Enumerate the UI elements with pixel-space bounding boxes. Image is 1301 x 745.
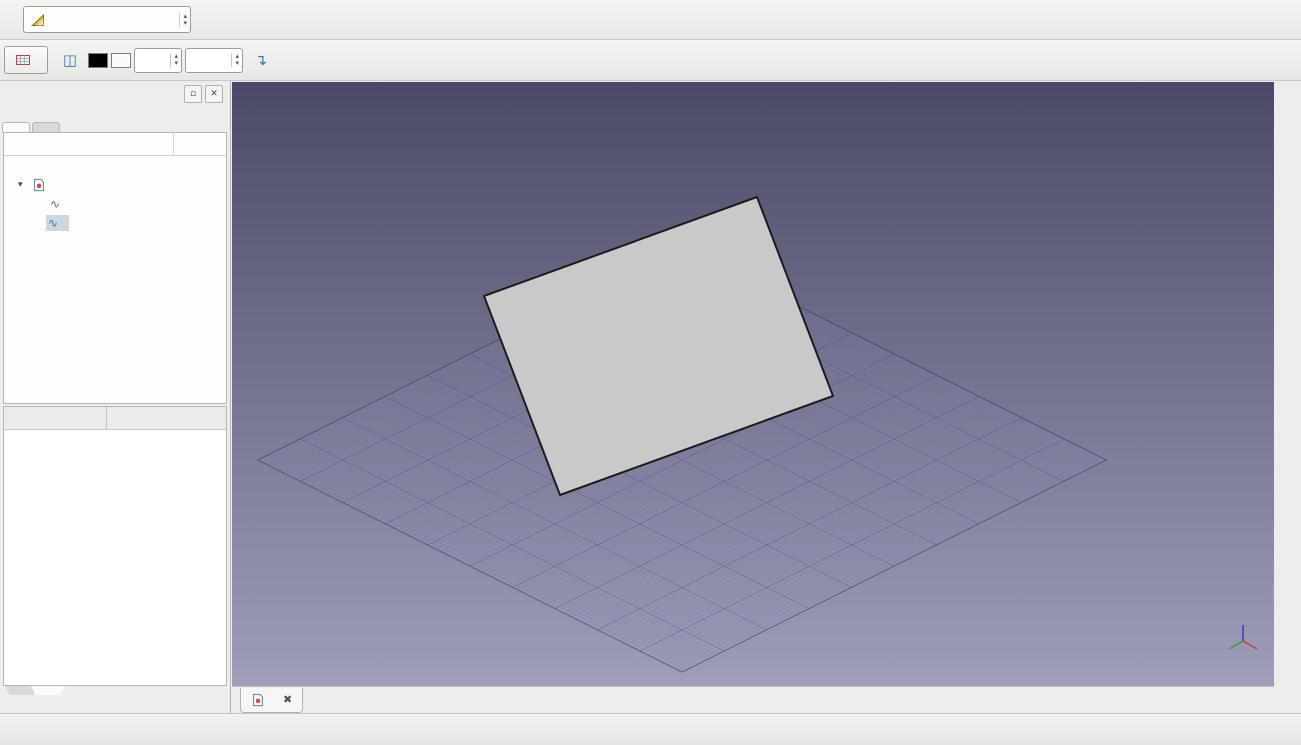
line-color-swatch[interactable] [88,52,108,68]
tab-data[interactable] [31,686,65,695]
property-column-header [4,407,107,429]
close-panel-icon[interactable]: ✕ [205,84,223,103]
tab-model[interactable] [2,122,30,132]
combo-view-tabs [0,106,230,132]
tree-item-application[interactable] [4,156,226,175]
property-bottom-tabs [0,686,230,713]
3d-viewport-container [232,82,1274,686]
combo-view-titlebar: ▫ ✕ [0,81,230,106]
draft-workbench-icon [31,13,44,26]
tab-tasks[interactable] [32,122,60,132]
tree-item-shapestring[interactable]: ∿ [4,213,226,232]
status-bar [0,713,1301,745]
workbench-selector[interactable]: ▴ ▾ [23,6,191,33]
shapestring-icon: ∿ [48,215,59,230]
tree-item-dwire[interactable]: ∿ [4,194,226,213]
spin-down-icon[interactable]: ▾ [183,19,187,27]
working-plane-button[interactable] [4,46,48,74]
freecad-window: ▴ ▾ ◫ ▴ ▾ ▴ ▾ ↴ ▫ ✕ ▾ ∿ ∿ ✖ [0,0,1301,745]
draft-toolbar: ◫ ▴ ▾ ▴ ▾ ↴ [0,40,1301,81]
combo-view-panel: ▫ ✕ ▾ ∿ ∿ [0,81,231,713]
face-color-swatch[interactable] [111,52,131,68]
property-header-row [4,407,226,430]
3d-viewport[interactable] [232,82,1274,686]
tree-item-document[interactable]: ▾ [4,175,226,194]
expand-arrow-icon[interactable]: ▾ [18,180,28,190]
text-scale-spinner[interactable]: ▴ ▾ [185,47,243,73]
text-scale-spin-arrows[interactable]: ▴ ▾ [231,53,239,67]
line-width-spinner[interactable]: ▴ ▾ [134,47,182,73]
document-tab[interactable]: ✖ [240,687,304,713]
close-document-icon[interactable]: ✖ [283,693,292,706]
model-tree: ▾ ∿ ∿ [3,132,227,404]
float-panel-icon[interactable]: ▫ [184,84,202,103]
working-plane-icon [16,55,30,65]
standard-toolbar: ▴ ▾ [0,0,1301,40]
dwire-icon: ∿ [50,196,61,211]
mdi-tabbar: ✖ [232,686,1274,713]
property-editor [3,406,227,686]
freecad-document-icon [32,178,46,192]
tree-header-label [4,133,174,155]
snap-toolbar [1274,82,1301,713]
document-tab-icon [251,693,265,707]
workbench-selector-spinner[interactable]: ▴ ▾ [179,12,187,27]
apply-style-icon: ↴ [254,50,268,69]
line-width-spin-arrows[interactable]: ▴ ▾ [170,53,178,67]
construction-mode-button[interactable]: ◫ [55,46,85,74]
construction-mode-icon: ◫ [62,50,78,69]
tree-header [4,133,226,156]
apply-style-button[interactable]: ↴ [246,46,276,74]
tree-selection-highlight: ∿ [46,214,70,231]
